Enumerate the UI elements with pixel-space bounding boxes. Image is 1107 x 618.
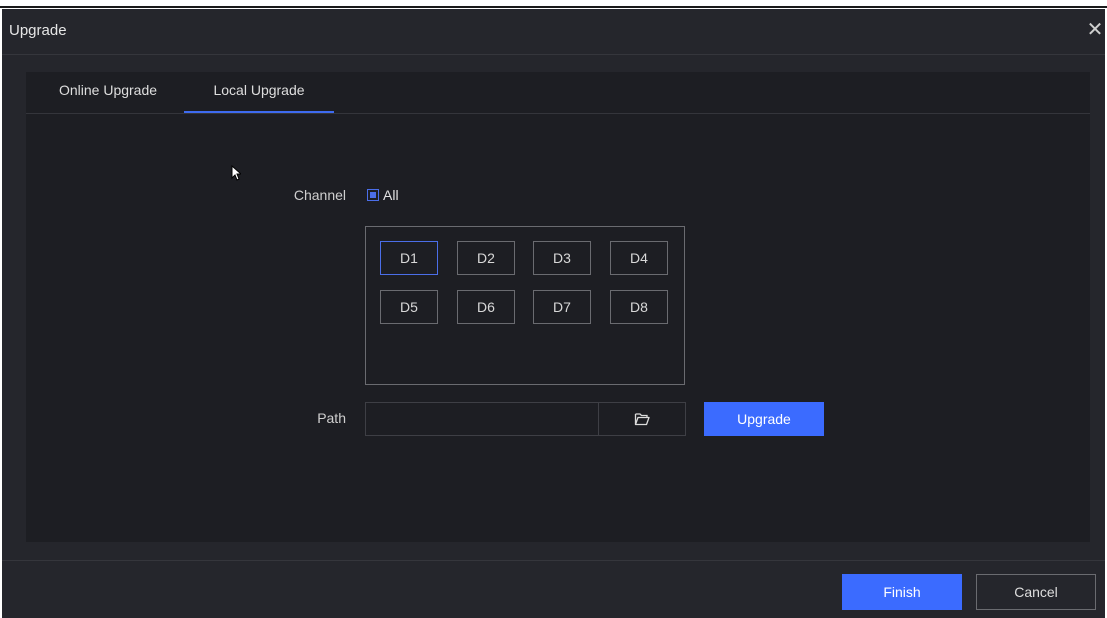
close-icon[interactable]: ✕: [1085, 19, 1105, 41]
browse-button[interactable]: [598, 402, 686, 436]
cancel-button[interactable]: Cancel: [976, 574, 1096, 610]
top-border-line: [0, 6, 1107, 8]
tab-local-upgrade[interactable]: Local Upgrade: [184, 72, 334, 113]
upgrade-button[interactable]: Upgrade: [704, 402, 824, 436]
channel-button-d2[interactable]: D2: [457, 241, 515, 275]
upgrade-panel: Online Upgrade Local Upgrade Channel All…: [26, 72, 1090, 542]
channel-button-d4[interactable]: D4: [610, 241, 668, 275]
mouse-cursor-icon: [231, 165, 241, 181]
path-label: Path: [317, 410, 346, 426]
channel-button-d7[interactable]: D7: [533, 290, 591, 324]
channel-button-d3[interactable]: D3: [533, 241, 591, 275]
channel-button-d8[interactable]: D8: [610, 290, 668, 324]
tab-online-upgrade[interactable]: Online Upgrade: [36, 72, 180, 113]
all-checkbox-label: All: [383, 187, 399, 203]
checkbox-icon[interactable]: [367, 189, 379, 201]
channel-selection-box: D1 D2 D3 D4 D5 D6 D7 D8: [365, 226, 685, 385]
folder-open-icon: [634, 413, 650, 426]
channel-button-d5[interactable]: D5: [380, 290, 438, 324]
finish-button[interactable]: Finish: [842, 574, 962, 610]
channel-label: Channel: [293, 187, 346, 203]
upgrade-dialog: Upgrade ✕ Online Upgrade Local Upgrade C…: [2, 9, 1105, 618]
tab-bar: Online Upgrade Local Upgrade: [26, 72, 1090, 114]
channel-button-d1[interactable]: D1: [380, 241, 438, 275]
all-channels-checkbox[interactable]: All: [367, 186, 399, 204]
footer-divider: [2, 560, 1105, 561]
title-bar: Upgrade ✕: [2, 9, 1105, 55]
dialog-title: Upgrade: [9, 22, 67, 39]
path-input[interactable]: [365, 402, 599, 436]
channel-button-d6[interactable]: D6: [457, 290, 515, 324]
